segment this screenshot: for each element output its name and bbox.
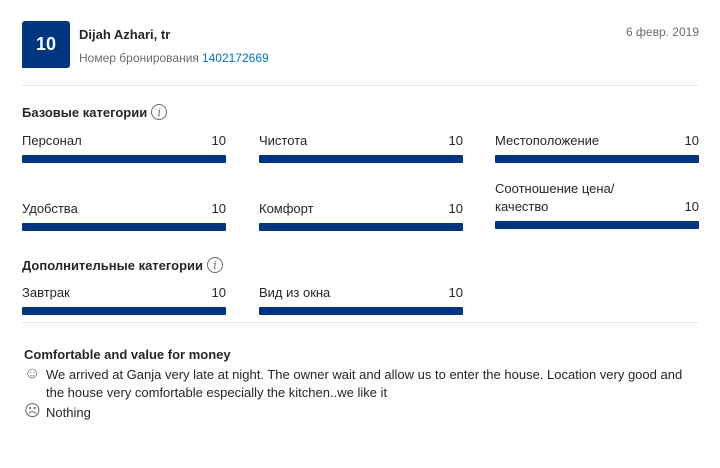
category-label: Персонал xyxy=(22,133,82,148)
score-bar xyxy=(495,155,699,163)
smile-face-icon: ☺ xyxy=(24,365,41,382)
positive-review: ☺ We arrived at Ganja very late at night… xyxy=(24,365,696,402)
category-score: 10 xyxy=(211,201,226,216)
score-bar-fill xyxy=(259,155,463,163)
score-bar-fill xyxy=(495,155,699,163)
category-facilities: Удобства 10 xyxy=(22,200,226,231)
info-icon[interactable]: i xyxy=(207,257,224,273)
review-date: 6 февр. 2019 xyxy=(626,25,699,39)
category-comfort: Комфорт 10 xyxy=(259,200,463,231)
sad-face-icon: ☹ xyxy=(24,403,41,420)
category-label: Вид из окна xyxy=(259,285,331,300)
score-bar-fill xyxy=(22,155,226,163)
category-staff: Персонал 10 xyxy=(22,132,226,163)
extra-categories-title: Дополнительные категории i xyxy=(22,257,224,273)
category-label: Местоположение xyxy=(495,133,600,148)
category-cleanliness: Чистота 10 xyxy=(259,132,463,163)
score-bar xyxy=(259,307,463,315)
booking-number[interactable]: 1402172669 xyxy=(202,51,269,65)
extra-categories-label: Дополнительные категории xyxy=(22,257,204,273)
base-categories-label: Базовые категории xyxy=(22,104,148,120)
category-label: Удобства xyxy=(22,201,78,216)
booking-label: Номер бронирования xyxy=(79,51,199,65)
score-bar-fill xyxy=(259,223,463,231)
category-value-for-money: Соотношение цена/ качество 10 xyxy=(495,180,699,229)
info-icon[interactable]: i xyxy=(151,104,168,120)
score-bar-fill xyxy=(495,221,699,229)
score-bar-fill xyxy=(259,307,463,315)
category-view: Вид из окна 10 xyxy=(259,284,463,315)
category-score: 10 xyxy=(684,133,699,148)
score-bar xyxy=(22,155,226,163)
review-title: Comfortable and value for money xyxy=(24,347,231,362)
category-label: Комфорт xyxy=(259,201,314,216)
category-score: 10 xyxy=(684,199,699,214)
guest-name: Dijah Azhari, tr xyxy=(79,27,171,42)
review-score-badge: 10 xyxy=(22,21,70,68)
category-label: Соотношение цена/ качество xyxy=(495,181,615,214)
positive-review-text: We arrived at Ganja very late at night. … xyxy=(46,367,683,400)
category-breakfast: Завтрак 10 xyxy=(22,284,226,315)
score-bar xyxy=(22,223,226,231)
category-score: 10 xyxy=(448,285,463,300)
score-bar-fill xyxy=(22,223,226,231)
booking-info: Номер бронирования 1402172669 xyxy=(79,51,269,65)
score-bar xyxy=(259,223,463,231)
category-label: Чистота xyxy=(259,133,308,148)
category-location: Местоположение 10 xyxy=(495,132,699,163)
category-label: Завтрак xyxy=(22,285,70,300)
category-score: 10 xyxy=(211,133,226,148)
score-bar xyxy=(259,155,463,163)
category-score: 10 xyxy=(211,285,226,300)
score-bar xyxy=(22,307,226,315)
header-divider xyxy=(22,85,699,86)
category-score: 10 xyxy=(448,201,463,216)
categories-divider xyxy=(22,322,699,323)
score-bar-fill xyxy=(22,307,226,315)
score-bar xyxy=(495,221,699,229)
negative-review-text: Nothing xyxy=(46,405,91,420)
category-score: 10 xyxy=(448,133,463,148)
negative-review: ☹ Nothing xyxy=(24,403,696,422)
base-categories-title: Базовые категории i xyxy=(22,104,168,120)
